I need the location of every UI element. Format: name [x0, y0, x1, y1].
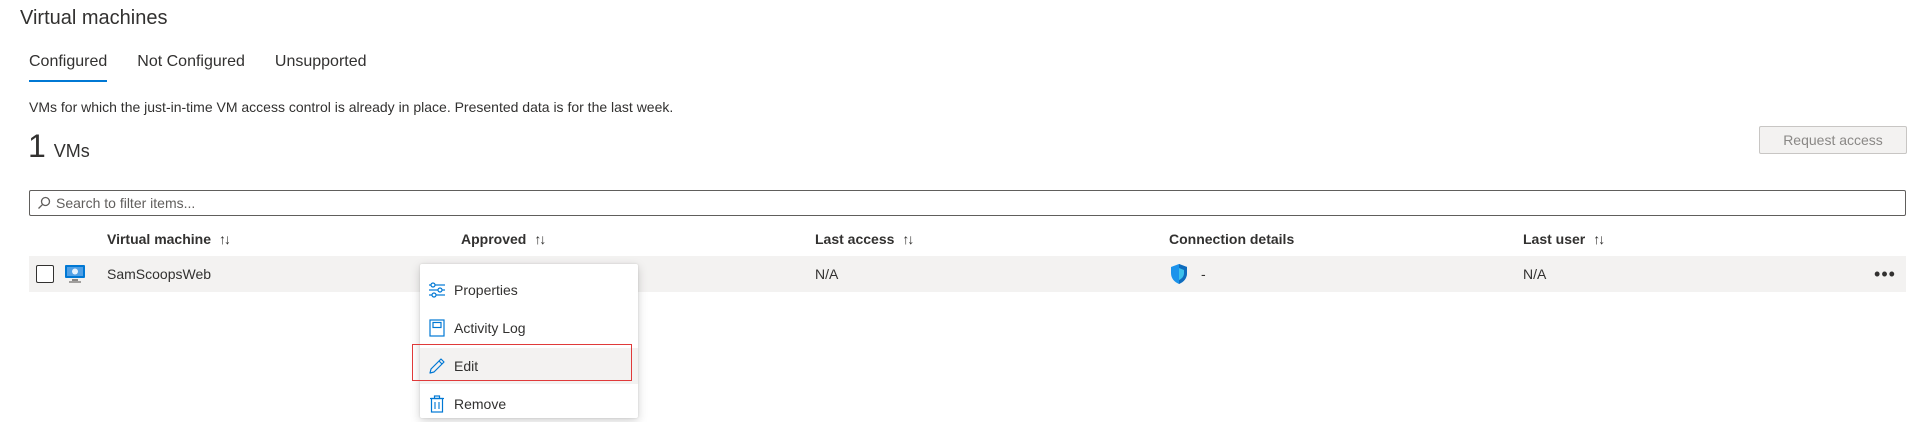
search-input[interactable]	[56, 195, 1876, 211]
column-header-label: Last user	[1523, 231, 1586, 247]
column-header-last-access[interactable]: Last access ↑↓	[815, 224, 914, 254]
column-header-last-user[interactable]: Last user ↑↓	[1523, 224, 1605, 254]
menu-item-label: Remove	[454, 396, 507, 412]
tab-configured[interactable]: Configured	[29, 52, 108, 82]
context-menu: Properties Activity Log Edit Remove	[420, 264, 638, 418]
sort-icon[interactable]: ↑↓	[1593, 231, 1605, 247]
sort-icon[interactable]: ↑↓	[902, 231, 914, 247]
properties-icon	[428, 281, 446, 299]
menu-item-edit[interactable]: Edit	[420, 348, 638, 384]
activity-log-icon	[428, 319, 446, 337]
menu-item-label: Properties	[454, 282, 518, 298]
request-access-button[interactable]: Request access	[1759, 126, 1907, 154]
search-box[interactable]	[29, 190, 1906, 216]
cell-connection-details: -	[1169, 256, 1206, 292]
table-header: Virtual machine ↑↓ Approved ↑↓ Last acce…	[29, 224, 1906, 254]
connection-details-value: -	[1201, 266, 1206, 282]
tab-bar: Configured Not Configured Unsupported	[29, 52, 397, 82]
shield-icon	[1171, 264, 1187, 284]
menu-item-label: Edit	[454, 358, 479, 374]
menu-item-properties[interactable]: Properties	[420, 272, 638, 308]
column-header-virtual-machine[interactable]: Virtual machine ↑↓	[107, 224, 231, 254]
more-options-icon[interactable]: •••	[1872, 256, 1898, 292]
column-header-approved[interactable]: Approved ↑↓	[461, 224, 546, 254]
edit-icon	[428, 357, 446, 375]
column-header-label: Connection details	[1169, 231, 1295, 247]
row-checkbox[interactable]	[36, 265, 54, 283]
tab-unsupported[interactable]: Unsupported	[275, 52, 367, 82]
cell-last-user: N/A	[1523, 266, 1547, 282]
column-header-label: Approved	[461, 231, 527, 247]
virtual-machine-icon	[65, 265, 85, 283]
tab-not-configured[interactable]: Not Configured	[137, 52, 245, 82]
cell-virtual-machine[interactable]: SamScoopsWeb	[107, 256, 211, 292]
page-description: VMs for which the just-in-time VM access…	[29, 99, 674, 115]
column-header-label: Virtual machine	[107, 231, 212, 247]
vm-count-number: 1	[28, 128, 46, 164]
column-header-label: Last access	[815, 231, 895, 247]
sort-icon[interactable]: ↑↓	[219, 231, 231, 247]
page-title: Virtual machines	[20, 7, 168, 29]
column-header-connection-details: Connection details	[1169, 224, 1294, 254]
menu-item-remove[interactable]: Remove	[420, 386, 638, 422]
search-icon	[36, 195, 52, 211]
vm-count-unit: VMs	[53, 141, 90, 161]
vm-count-summary: 1 VMs	[28, 126, 90, 166]
remove-icon	[428, 395, 446, 413]
cell-last-access: N/A	[815, 266, 839, 282]
menu-item-label: Activity Log	[454, 320, 526, 336]
sort-icon[interactable]: ↑↓	[534, 231, 546, 247]
table-row[interactable]: SamScoopsWeb N/A - N/A •••	[29, 256, 1906, 292]
menu-item-activity-log[interactable]: Activity Log	[420, 310, 638, 346]
